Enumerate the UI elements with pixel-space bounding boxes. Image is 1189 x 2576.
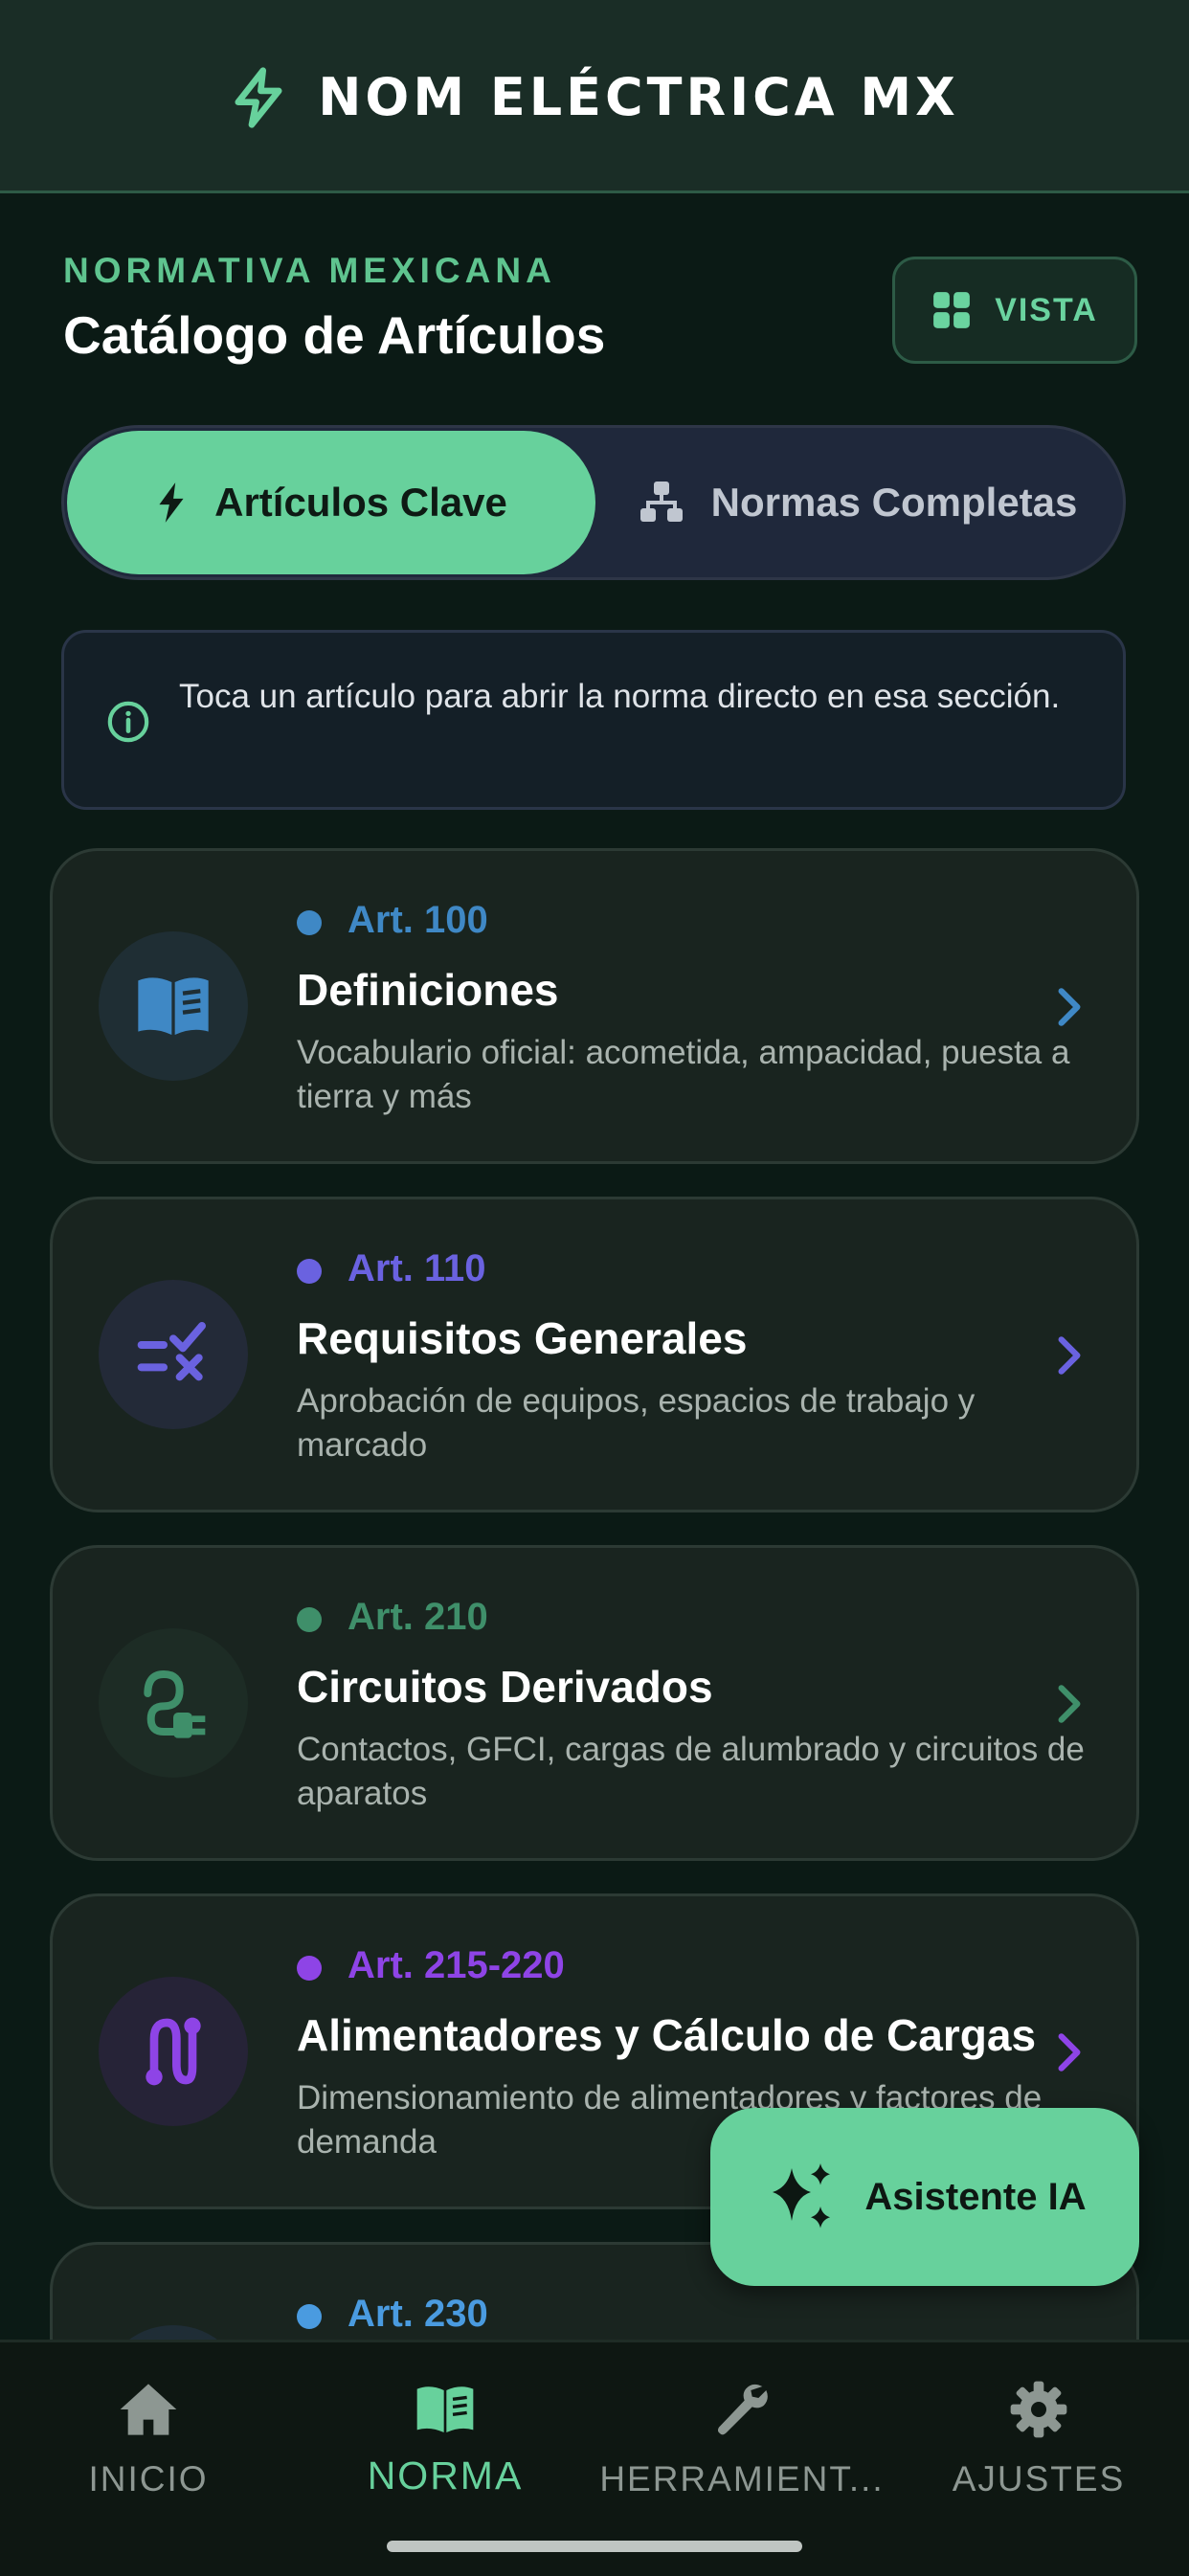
- grid-icon: [933, 292, 971, 328]
- article-card-210[interactable]: Art. 210 Circuitos Derivados Contactos, …: [50, 1545, 1139, 1861]
- checklist-icon: [137, 1322, 206, 1381]
- card-title: Requisitos Generales: [297, 1313, 748, 1363]
- card-article-number: Art. 230: [348, 2293, 488, 2335]
- status-dot: [297, 910, 322, 935]
- info-banner: Toca un artículo para abrir la norma dir…: [61, 630, 1126, 810]
- segmented-control: Artículos Clave Normas Completas: [61, 425, 1126, 580]
- chevron-right-icon: [1058, 2033, 1081, 2072]
- card-title: Definiciones: [297, 965, 559, 1015]
- nav-item-inicio[interactable]: INICIO: [0, 2342, 297, 2534]
- card-icon-container: [99, 1977, 248, 2126]
- home-icon: [120, 2384, 177, 2435]
- nav-label: HERRAMIENT...: [599, 2459, 885, 2498]
- book-icon: [138, 977, 209, 1035]
- card-article-number: Art. 210: [348, 1596, 488, 1638]
- nav-item-norma[interactable]: NORMA: [297, 2342, 594, 2534]
- tab-label: Normas Completas: [710, 480, 1078, 525]
- section-eyebrow: NORMATIVA MEXICANA: [63, 251, 556, 290]
- card-title: Alimentadores y Cálculo de Cargas: [297, 2010, 1037, 2060]
- book-icon: [416, 2386, 474, 2432]
- status-dot: [297, 1259, 322, 1284]
- chevron-right-icon: [1058, 1336, 1081, 1375]
- article-card-110[interactable]: Art. 110 Requisitos Generales Aprobación…: [50, 1197, 1139, 1512]
- card-icon-container: [99, 931, 248, 1081]
- fab-label: Asistente IA: [864, 2175, 1087, 2218]
- ai-assistant-button[interactable]: Asistente IA: [710, 2108, 1139, 2286]
- view-button-label: VISTA: [995, 291, 1098, 328]
- card-article-number: Art. 110: [348, 1247, 486, 1289]
- sitemap-icon: [639, 482, 683, 522]
- route-icon: [146, 2017, 201, 2086]
- app-header: NOM ELÉCTRICA MX: [0, 0, 1189, 193]
- plug-icon: [144, 1669, 206, 1738]
- tab-normas-completas[interactable]: Normas Completas: [595, 431, 1120, 574]
- card-article-number: Art. 215-220: [348, 1944, 565, 1986]
- nav-label: AJUSTES: [952, 2459, 1126, 2498]
- info-icon: [107, 701, 149, 743]
- sparkles-icon: [773, 2163, 831, 2229]
- tab-articulos-clave[interactable]: Artículos Clave: [67, 431, 595, 574]
- info-text: Toca un artículo para abrir la norma dir…: [179, 678, 1061, 715]
- view-toggle-button[interactable]: VISTA: [892, 257, 1137, 364]
- card-title: Circuitos Derivados: [297, 1662, 713, 1712]
- home-indicator: [387, 2541, 802, 2552]
- status-dot: [297, 1956, 322, 1981]
- card-description: Contactos, GFCI, cargas de alumbrado y c…: [297, 1731, 1085, 1812]
- card-description: Vocabulario oficial: acometida, ampacida…: [297, 1034, 1070, 1115]
- chevron-right-icon: [1058, 1685, 1081, 1723]
- app-title: NOM ELÉCTRICA MX: [318, 67, 959, 127]
- card-article-number: Art. 100: [348, 899, 488, 941]
- tab-label: Artículos Clave: [214, 480, 507, 525]
- bolt-icon: [159, 482, 184, 523]
- card-description: Aprobación de equipos, espacios de traba…: [297, 1382, 976, 1464]
- article-card-100[interactable]: Art. 100 Definiciones Vocabulario oficia…: [50, 848, 1139, 1164]
- card-icon-container: [99, 1280, 248, 1429]
- gear-icon: [1010, 2381, 1067, 2438]
- wrench-icon: [717, 2384, 768, 2435]
- page-title: Catálogo de Artículos: [63, 305, 606, 365]
- status-dot: [297, 2304, 322, 2329]
- status-dot: [297, 1607, 322, 1632]
- card-icon-container: [99, 1628, 248, 1778]
- chevron-right-icon: [1058, 988, 1081, 1026]
- bolt-icon: [235, 66, 282, 128]
- nav-label: NORMA: [367, 2453, 524, 2498]
- nav-label: INICIO: [88, 2459, 209, 2498]
- nav-item-ajustes[interactable]: AJUSTES: [890, 2342, 1187, 2534]
- nav-item-herramientas[interactable]: HERRAMIENT...: [594, 2342, 890, 2534]
